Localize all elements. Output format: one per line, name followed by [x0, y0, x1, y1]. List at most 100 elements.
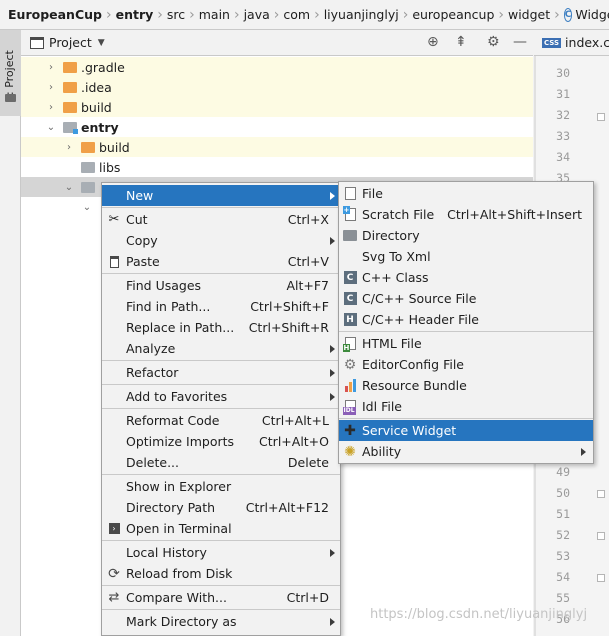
chevron-right-icon[interactable]: › [45, 62, 57, 73]
tree-row[interactable]: libs [21, 157, 533, 177]
menu-item-refactor[interactable]: Refactor [102, 362, 340, 383]
breadcrumb-item-java[interactable]: java [240, 7, 274, 22]
menu-item-find-usages[interactable]: Find Usages Alt+F7 [102, 275, 340, 296]
submenu-item-svg-to-xml[interactable]: Svg To Xml [339, 246, 593, 267]
submenu-item-directory[interactable]: Directory [339, 225, 593, 246]
locate-icon[interactable]: ⊕ [427, 34, 439, 50]
menu-item-shortcut: Delete [287, 455, 329, 470]
menu-separator [102, 360, 340, 361]
menu-item-label: Optimize Imports [126, 434, 235, 449]
menu-item-optimize-imports[interactable]: Optimize Imports Ctrl+Alt+O [102, 431, 340, 452]
menu-item-shortcut: Ctrl+Alt+L [261, 413, 329, 428]
menu-item-label: New [126, 188, 154, 203]
chevron-right-icon[interactable]: › [63, 142, 75, 153]
menu-item-copy[interactable]: Copy [102, 230, 340, 251]
menu-item-new[interactable]: New [102, 185, 340, 206]
dropdown-arrow-icon[interactable]: ▼ [98, 38, 105, 48]
menu-item-open-in-terminal[interactable]: › Open in Terminal [102, 518, 340, 539]
editor-tab-label: index.css [565, 35, 609, 50]
menu-item-label: Reformat Code [126, 413, 220, 428]
collapse-all-icon[interactable]: ⇞ [455, 34, 467, 50]
chevron-down-icon[interactable]: ⌄ [45, 122, 57, 133]
menu-item-shortcut: Ctrl+Shift+R [248, 320, 329, 335]
submenu-item-c-source-file[interactable]: C C/C++ Source File [339, 288, 593, 309]
tree-row[interactable]: › build [21, 97, 533, 117]
menu-separator [102, 540, 340, 541]
gear-icon[interactable]: ⚙ [487, 34, 500, 50]
folder-icon [63, 101, 77, 113]
project-tool-tab[interactable]: 1: Project [0, 30, 21, 116]
fold-marker[interactable] [597, 532, 605, 540]
menu-separator [339, 331, 593, 332]
breadcrumb-item-class[interactable]: WidgetA [575, 7, 609, 22]
menu-item-reload-from-disk[interactable]: ⟳ Reload from Disk [102, 563, 340, 584]
ability-icon: ✺ [344, 443, 356, 460]
class-icon: C [563, 7, 573, 22]
tree-row[interactable]: › .idea [21, 77, 533, 97]
menu-item-analyze[interactable]: Analyze [102, 338, 340, 359]
submenu-item-c-header-file[interactable]: H C/C++ Header File [339, 309, 593, 330]
fold-marker[interactable] [597, 490, 605, 498]
menu-item-cut[interactable]: ✂ Cut Ctrl+X [102, 209, 340, 230]
line-number: 51 [556, 507, 570, 521]
breadcrumb-item-widget[interactable]: widget [504, 7, 554, 22]
fold-marker[interactable] [597, 574, 605, 582]
breadcrumb-item-project[interactable]: EuropeanCup [4, 7, 106, 22]
c-source-icon: C [342, 291, 358, 307]
chevron-right-icon: › [554, 6, 560, 23]
submenu-item-idl-file[interactable]: IDL Idl File [339, 396, 593, 417]
breadcrumb-item-main[interactable]: main [195, 7, 234, 22]
submenu-item-html-file[interactable]: H HTML File [339, 333, 593, 354]
menu-item-local-history[interactable]: Local History [102, 542, 340, 563]
line-number: 50 [556, 486, 570, 500]
menu-item-directory-path[interactable]: Directory Path Ctrl+Alt+F12 [102, 497, 340, 518]
submenu-arrow-icon [330, 617, 335, 626]
menu-item-paste[interactable]: Paste Ctrl+V [102, 251, 340, 272]
submenu-item-cpp-class[interactable]: C C++ Class [339, 267, 593, 288]
chevron-right-icon[interactable]: › [45, 102, 57, 113]
submenu-item-resource-bundle[interactable]: Resource Bundle [339, 375, 593, 396]
menu-item-shortcut: Ctrl+Alt+Shift+Insert [447, 207, 582, 222]
folder-icon [81, 161, 95, 173]
menu-item-show-in-explorer[interactable]: Show in Explorer [102, 476, 340, 497]
breadcrumb-item-package[interactable]: liyuanjinglyj [320, 7, 403, 22]
menu-item-compare-with[interactable]: ⇄ Compare With... Ctrl+D [102, 587, 340, 608]
menu-item-shortcut: Ctrl+D [286, 590, 329, 605]
folder-icon [342, 228, 358, 244]
menu-item-label: C++ Class [362, 270, 429, 285]
menu-item-label: HTML File [362, 336, 422, 351]
submenu-item-file[interactable]: File [339, 183, 593, 204]
menu-separator [102, 474, 340, 475]
chevron-down-icon[interactable]: ⌄ [63, 182, 75, 193]
menu-item-label: Mark Directory as [126, 614, 237, 629]
breadcrumb-item-module[interactable]: entry [112, 7, 158, 22]
project-view-selector[interactable]: Project [49, 35, 92, 50]
chevron-down-icon[interactable]: ⌄ [81, 202, 93, 213]
menu-item-reformat-code[interactable]: Reformat Code Ctrl+Alt+L [102, 410, 340, 431]
submenu-item-service-widget[interactable]: ✚ Service Widget [339, 420, 593, 441]
submenu-item-scratch-file[interactable]: + Scratch File Ctrl+Alt+Shift+Insert [339, 204, 593, 225]
line-number: 55 [556, 591, 570, 605]
submenu-arrow-icon [330, 368, 335, 377]
menu-item-mark-directory-as[interactable]: Mark Directory as [102, 611, 340, 632]
breadcrumb-item-src[interactable]: src [163, 7, 189, 22]
editor-tab-index-css[interactable]: CSS index.css [534, 30, 609, 56]
fold-marker[interactable] [597, 113, 605, 121]
menu-item-add-to-favorites[interactable]: Add to Favorites [102, 386, 340, 407]
menu-item-replace-in-path[interactable]: Replace in Path... Ctrl+Shift+R [102, 317, 340, 338]
submenu-item-ability[interactable]: ✺ Ability [339, 441, 593, 462]
watermark: https://blog.csdn.net/liyuanjinglyj [370, 607, 588, 622]
menu-item-delete[interactable]: Delete... Delete [102, 452, 340, 473]
tree-row[interactable]: ⌄ entry [21, 117, 533, 137]
minimize-icon[interactable]: — [513, 34, 527, 50]
chevron-right-icon[interactable]: › [45, 82, 57, 93]
tree-row[interactable]: › build [21, 137, 533, 157]
tree-row[interactable]: › .gradle [21, 57, 533, 77]
menu-item-shortcut: Ctrl+Alt+O [259, 434, 329, 449]
breadcrumb-item-europeancup[interactable]: europeancup [408, 7, 498, 22]
menu-item-label: Resource Bundle [362, 378, 467, 393]
breadcrumb-item-com[interactable]: com [279, 7, 314, 22]
menu-item-find-in-path[interactable]: Find in Path... Ctrl+Shift+F [102, 296, 340, 317]
gear-icon: ⚙ [343, 356, 357, 373]
submenu-item-editorconfig-file[interactable]: ⚙ EditorConfig File [339, 354, 593, 375]
